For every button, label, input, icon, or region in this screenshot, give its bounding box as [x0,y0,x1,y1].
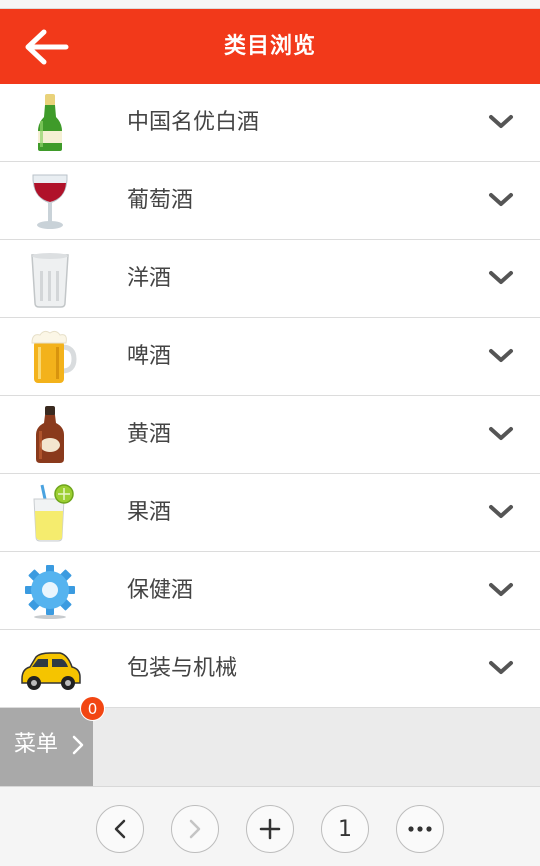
cocktail-glass-icon [33,484,74,542]
category-label: 洋酒 [127,266,172,291]
menu-badge: 0 [80,696,105,721]
category-row-foreign-liquor[interactable]: 洋酒 [0,240,540,318]
liquor-bottle-icon [36,406,64,463]
chevron-right-icon [189,819,201,839]
page-title: 类目浏览 [223,34,316,59]
category-row-fruit-wine[interactable]: 果酒 [0,474,540,552]
chevron-left-icon [114,819,126,839]
chevron-down-icon [489,583,513,596]
wine-glass-icon [32,174,68,229]
category-row-health-wine[interactable]: 保健酒 [0,552,540,630]
next-button[interactable] [171,805,219,853]
category-label: 包装与机械 [127,656,238,681]
bottom-toolbar: 1 [0,786,540,866]
category-row-packaging-machinery[interactable]: 包装与机械 [0,630,540,708]
gear-icon [25,565,75,619]
chevron-down-icon [489,271,513,284]
category-row-wine[interactable]: 葡萄酒 [0,162,540,240]
category-label: 葡萄酒 [127,188,194,213]
menu-button[interactable]: 菜单 0 [0,696,105,788]
whisky-glass-icon [31,253,69,308]
tabs-button[interactable]: 1 [321,805,369,853]
category-row-beer[interactable]: 啤酒 [0,318,540,396]
chevron-down-icon [489,661,513,674]
category-label: 保健酒 [127,578,194,603]
category-row-yellow-wine[interactable]: 黄酒 [0,396,540,474]
category-row-baijiu[interactable]: 中国名优白酒 [0,84,540,162]
category-label: 啤酒 [127,344,172,369]
top-edge [0,0,540,9]
car-icon [21,652,81,690]
category-label: 中国名优白酒 [127,110,260,135]
champagne-bottle-icon [38,94,62,151]
chevron-down-icon [489,349,513,362]
app-header: 类目浏览 [0,9,540,84]
plus-icon [259,818,281,840]
chevron-right-icon [72,735,84,755]
menu-label: 菜单 [14,732,59,757]
chevron-down-icon [489,505,513,518]
chevron-down-icon [489,427,513,440]
category-label: 黄酒 [127,422,172,447]
category-list: 中国名优白酒 葡萄酒 洋酒 啤酒 黄酒 果酒 保健酒 包装与机械 [0,84,540,708]
more-dots-icon [408,826,432,832]
category-label: 果酒 [127,500,172,525]
tab-count: 1 [338,816,352,842]
beer-mug-icon [31,330,77,383]
more-button[interactable] [396,805,444,853]
chevron-down-icon [489,115,513,128]
chevron-down-icon [489,193,513,206]
add-button[interactable] [246,805,294,853]
empty-area: 菜单 0 [0,696,540,788]
prev-button[interactable] [96,805,144,853]
